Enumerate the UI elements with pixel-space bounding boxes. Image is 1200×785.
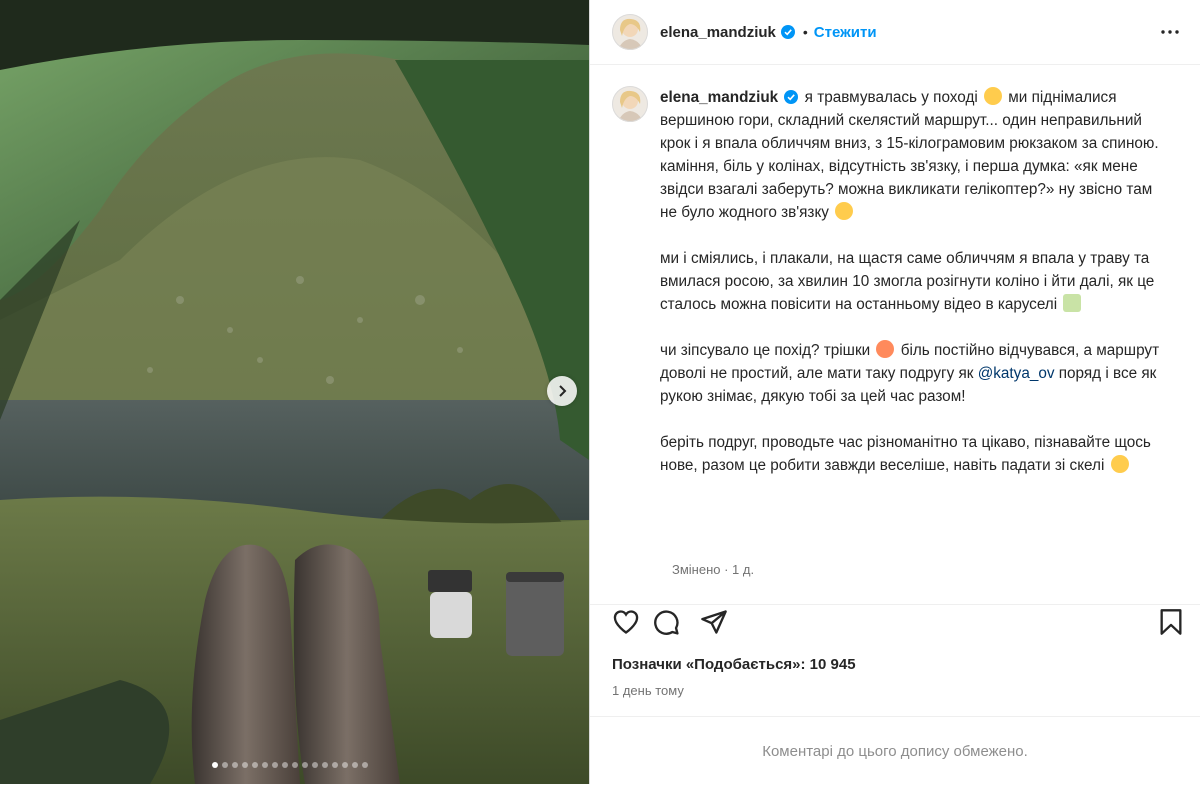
post-author-username[interactable]: elena_mandziuk	[660, 24, 776, 41]
post-media[interactable]	[0, 0, 589, 784]
verified-badge-icon	[784, 90, 799, 104]
action-bar	[610, 604, 1182, 640]
smiling-emoji-icon	[1110, 455, 1129, 473]
post-details-panel: elena_mandziuk • Стежити elena_mandziuk …	[590, 0, 1200, 784]
mention-link[interactable]: @katya_ov	[978, 365, 1055, 382]
carousel-dot	[361, 762, 368, 768]
caption-paragraph-1a: я травмувалась у поході	[804, 89, 978, 106]
carousel-dot	[261, 762, 268, 768]
carousel-dot	[251, 762, 258, 768]
smiling-emoji-icon	[835, 202, 854, 220]
herb-emoji-icon	[1063, 294, 1082, 312]
caption-body: elena_mandziuk я травмувалась у поході м…	[660, 86, 1160, 500]
avatar[interactable]	[612, 14, 648, 50]
carousel-dot	[211, 762, 218, 768]
header-separator: •	[802, 24, 808, 40]
carousel-dot	[281, 762, 288, 768]
caption-username[interactable]: elena_mandziuk	[660, 89, 778, 106]
tent-lake-photo	[0, 0, 589, 784]
comments-disabled-notice: Коментарі до цього допису обмежено.	[590, 716, 1200, 785]
carousel-dot	[231, 762, 238, 768]
avatar[interactable]	[612, 86, 648, 122]
more-options-icon[interactable]	[1160, 22, 1180, 42]
caption-paragraph-1b: ми піднімалися вершиною гори, складний с…	[660, 89, 1159, 221]
carousel-dot	[271, 762, 278, 768]
carousel-dot	[291, 762, 298, 768]
carousel-dot	[241, 762, 248, 768]
post-timestamp[interactable]: 1 день тому	[612, 683, 684, 698]
caption-paragraph-4: беріть подруг, проводьте час різноманітн…	[660, 434, 1151, 474]
bookmark-icon[interactable]	[1158, 608, 1184, 636]
carousel-dot	[301, 762, 308, 768]
follow-button[interactable]: Стежити	[814, 24, 877, 41]
comment-icon[interactable]	[652, 608, 680, 636]
post-caption: elena_mandziuk я травмувалась у поході м…	[612, 86, 1172, 500]
chevron-right-icon	[559, 385, 567, 397]
verified-badge-icon	[780, 25, 795, 39]
likes-count[interactable]: Позначки «Подобається»: 10 945	[612, 656, 856, 673]
caption-paragraph-3a: чи зіпсувало це похід? трішки	[660, 342, 871, 359]
carousel-dot	[341, 762, 348, 768]
hot-face-emoji-icon	[876, 340, 895, 358]
share-icon[interactable]	[700, 608, 728, 636]
carousel-dot	[351, 762, 358, 768]
edited-timestamp: Змінено · 1 д.	[672, 562, 755, 577]
heart-icon[interactable]	[612, 608, 640, 636]
carousel-dot	[221, 762, 228, 768]
crying-emoji-icon	[984, 87, 1003, 105]
post-header: elena_mandziuk • Стежити	[590, 0, 1200, 65]
carousel-dot	[331, 762, 338, 768]
post-dialog: elena_mandziuk • Стежити elena_mandziuk …	[0, 0, 1200, 784]
carousel-next-button[interactable]	[547, 376, 577, 406]
carousel-dots	[0, 762, 584, 768]
carousel-dot	[311, 762, 318, 768]
carousel-dot	[321, 762, 328, 768]
